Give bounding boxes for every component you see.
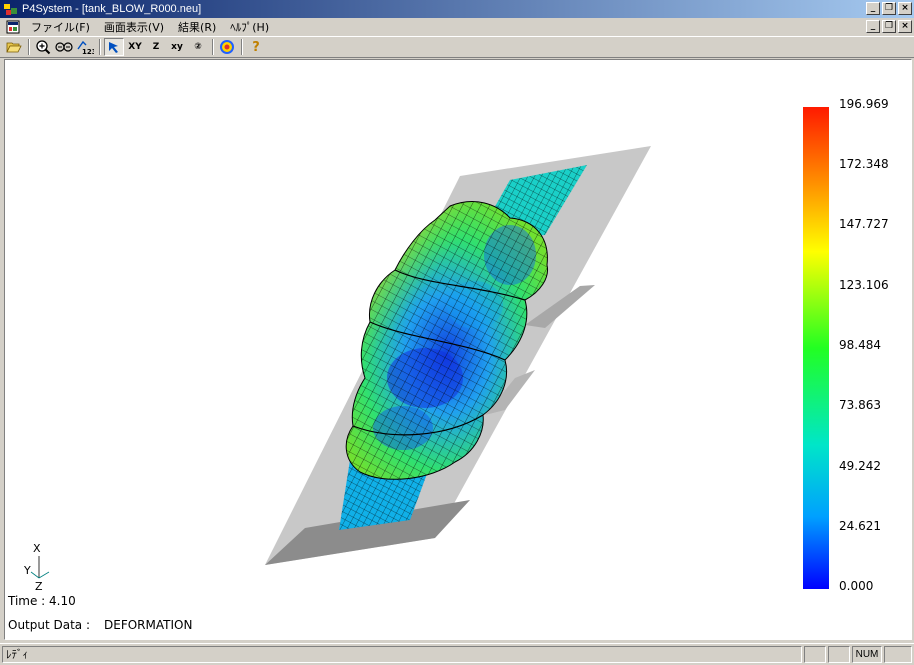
select-button[interactable] [104, 38, 124, 56]
zoom-button[interactable] [33, 38, 53, 56]
legend-label: 24.621 [839, 519, 881, 533]
status-panel-blank [884, 646, 912, 663]
window-title: P4System - [tank_BLOW_R000.neu] [22, 3, 202, 15]
minimize-button[interactable]: _ [866, 2, 880, 15]
document-icon[interactable] [6, 20, 20, 34]
title-bar: P4System - [tank_BLOW_R000.neu] _ ❐ × [0, 0, 914, 18]
numbering-icon: 123 [77, 40, 94, 55]
deformed-tank-body [345, 201, 549, 480]
doc-restore-button[interactable]: ❐ [882, 20, 896, 33]
menu-view[interactable]: 画面表示(V) [97, 19, 171, 35]
legend-label: 147.727 [839, 217, 889, 231]
folder-open-icon [6, 42, 22, 53]
toolbar-separator [28, 39, 30, 55]
toolbar-separator [99, 39, 101, 55]
fit-button[interactable] [54, 38, 74, 56]
legend-label: 196.969 [839, 97, 889, 111]
legend-label: 0.000 [839, 579, 874, 593]
view-2-button[interactable]: ② [188, 38, 208, 56]
status-panel-blank [828, 646, 850, 663]
menu-bar: ファイル(F) 画面表示(V) 結果(R) ﾍﾙﾌﾟ(H) _ ❐ × [0, 18, 914, 36]
axis-x-label: X [33, 542, 41, 555]
menu-result[interactable]: 結果(R) [171, 19, 223, 35]
number-button[interactable]: 123 [75, 38, 95, 56]
legend-label: 98.484 [839, 338, 881, 352]
status-bar: ﾚﾃﾞｨ NUM [0, 643, 914, 665]
axis-z-label: Z [35, 580, 43, 592]
legend-label: 123.106 [839, 278, 889, 292]
menu-file[interactable]: ファイル(F) [24, 19, 97, 35]
fem-model-view[interactable] [5, 60, 911, 639]
status-num-indicator: NUM [852, 646, 882, 663]
open-button[interactable] [4, 38, 24, 56]
output-data-label: Output Data : [8, 618, 91, 632]
color-button[interactable] [217, 38, 237, 56]
doc-minimize-button[interactable]: _ [866, 20, 880, 33]
help-button[interactable]: ? [246, 38, 266, 56]
close-button[interactable]: × [898, 2, 912, 15]
toolbar-separator [212, 39, 214, 55]
view-xy-button[interactable]: XY [125, 38, 145, 56]
help-icon: ? [252, 39, 260, 55]
view-xy-small-button[interactable]: xy [167, 38, 187, 56]
status-panel-blank [804, 646, 826, 663]
legend-color-bar [803, 107, 829, 589]
legend-label: 172.348 [839, 157, 889, 171]
output-data-value: DEFORMATION [104, 618, 193, 632]
color-wheel-icon [220, 40, 234, 54]
viewport-canvas[interactable]: 196.969 172.348 147.727 123.106 98.484 7… [4, 59, 912, 640]
menu-help[interactable]: ﾍﾙﾌﾟ(H) [223, 19, 276, 35]
restore-button[interactable]: ❐ [882, 2, 896, 15]
doc-close-button[interactable]: × [898, 20, 912, 33]
toolbar-separator [241, 39, 243, 55]
fit-view-icon [55, 42, 73, 52]
axis-triad-icon: X Y Z [23, 542, 50, 592]
svg-text:123: 123 [82, 48, 94, 55]
status-text: ﾚﾃﾞｨ [2, 646, 802, 663]
view-z-button[interactable]: Z [146, 38, 166, 56]
time-readout: Time : 4.10 [8, 594, 76, 608]
axis-y-label: Y [23, 564, 31, 577]
app-icon[interactable] [3, 2, 19, 16]
zoom-in-icon [36, 40, 51, 55]
pointer-arrow-icon [109, 42, 118, 53]
toolbar: 123 XY Z xy ② ? [0, 36, 914, 58]
legend-label: 73.863 [839, 398, 881, 412]
legend-label: 49.242 [839, 459, 881, 473]
